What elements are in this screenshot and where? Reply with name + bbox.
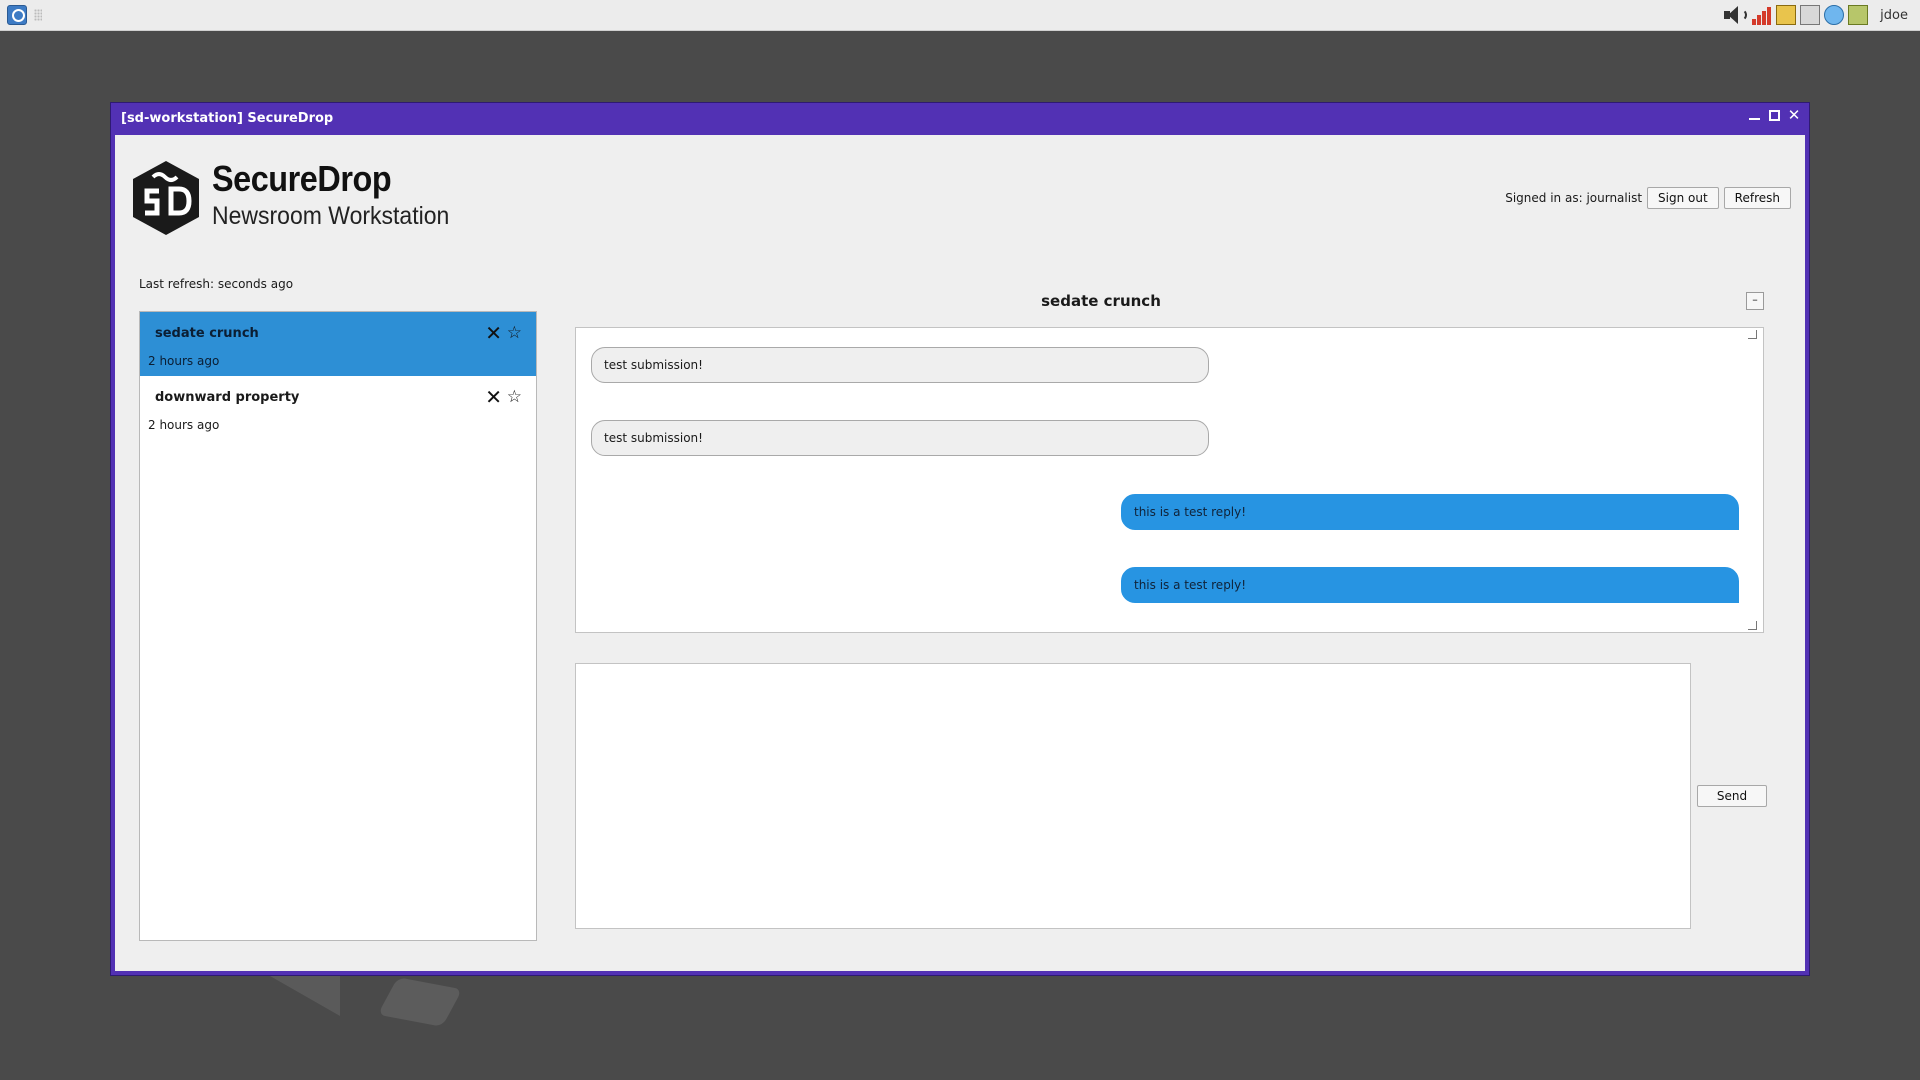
domains-icon[interactable] <box>1848 5 1869 25</box>
taskbar-username[interactable]: jdoe <box>1880 8 1908 23</box>
reply-bubble[interactable]: this is a test reply! <box>1121 494 1739 530</box>
brand-block: SecureDrop Newsroom Workstation <box>212 159 470 231</box>
delete-source-icon[interactable]: ✕ <box>485 387 502 407</box>
refresh-button[interactable]: Refresh <box>1723 187 1791 209</box>
source-name: downward property <box>155 390 300 405</box>
taskbar-grip-icon <box>34 9 42 21</box>
submission-bubble[interactable]: test submission! <box>591 347 1209 383</box>
sign-out-button[interactable]: Sign out <box>1647 187 1719 209</box>
securedrop-window: [sd-workstation] SecureDrop ✕ SecureDrop… <box>110 102 1810 976</box>
source-item[interactable]: sedate crunch 2 hours ago ✕ ☆ <box>140 312 536 376</box>
brand-name: SecureDrop <box>212 158 392 199</box>
close-icon[interactable]: ✕ <box>1787 108 1801 123</box>
user-area: Signed in as: journalist Sign out Refres… <box>1505 187 1791 209</box>
send-button[interactable]: Send <box>1697 785 1767 807</box>
star-icon[interactable]: ☆ <box>507 324 522 342</box>
maximize-icon[interactable] <box>1767 108 1781 122</box>
source-list[interactable]: sedate crunch 2 hours ago ✕ ☆ downward p… <box>139 311 537 941</box>
network-bars-icon[interactable] <box>1752 5 1772 25</box>
signed-in-label: Signed in as: journalist <box>1505 191 1643 205</box>
source-item[interactable]: downward property 2 hours ago ✕ ☆ <box>140 376 536 440</box>
updates-icon[interactable] <box>1824 5 1845 25</box>
submission-bubble[interactable]: test submission! <box>591 420 1209 456</box>
desktop-decoration <box>377 977 463 1027</box>
volume-icon[interactable] <box>1722 5 1748 25</box>
brand-subtitle: Newsroom Workstation <box>212 202 450 230</box>
conversation-view[interactable]: test submission! test submission! this i… <box>575 327 1764 633</box>
reply-composer[interactable] <box>575 663 1691 929</box>
disk-icon[interactable] <box>1800 5 1821 25</box>
qubes-launcher-icon[interactable] <box>7 5 27 25</box>
window-title: [sd-workstation] SecureDrop <box>121 111 334 126</box>
collapse-menu-button[interactable]: – <box>1746 292 1764 310</box>
devices-icon[interactable] <box>1776 5 1797 25</box>
reply-input[interactable] <box>576 664 1690 928</box>
securedrop-logo-icon <box>133 161 199 235</box>
reply-bubble[interactable]: this is a test reply! <box>1121 567 1739 603</box>
window-controls: ✕ <box>1747 108 1801 123</box>
system-tray: jdoe <box>1722 0 1920 30</box>
desktop-decoration <box>270 976 340 1016</box>
source-timestamp: 2 hours ago <box>148 418 220 432</box>
minimize-icon[interactable] <box>1747 108 1761 122</box>
delete-source-icon[interactable]: ✕ <box>485 323 502 343</box>
scroll-down-icon[interactable] <box>1748 621 1757 630</box>
last-refresh-status: Last refresh: seconds ago <box>139 277 294 291</box>
system-taskbar: jdoe <box>0 0 1920 31</box>
conversation-title: sedate crunch <box>1041 292 1161 310</box>
star-icon[interactable]: ☆ <box>507 388 522 406</box>
source-timestamp: 2 hours ago <box>148 354 220 368</box>
source-name: sedate crunch <box>155 326 259 341</box>
scroll-up-icon[interactable] <box>1748 330 1757 339</box>
window-client-area: SecureDrop Newsroom Workstation Signed i… <box>115 135 1805 971</box>
